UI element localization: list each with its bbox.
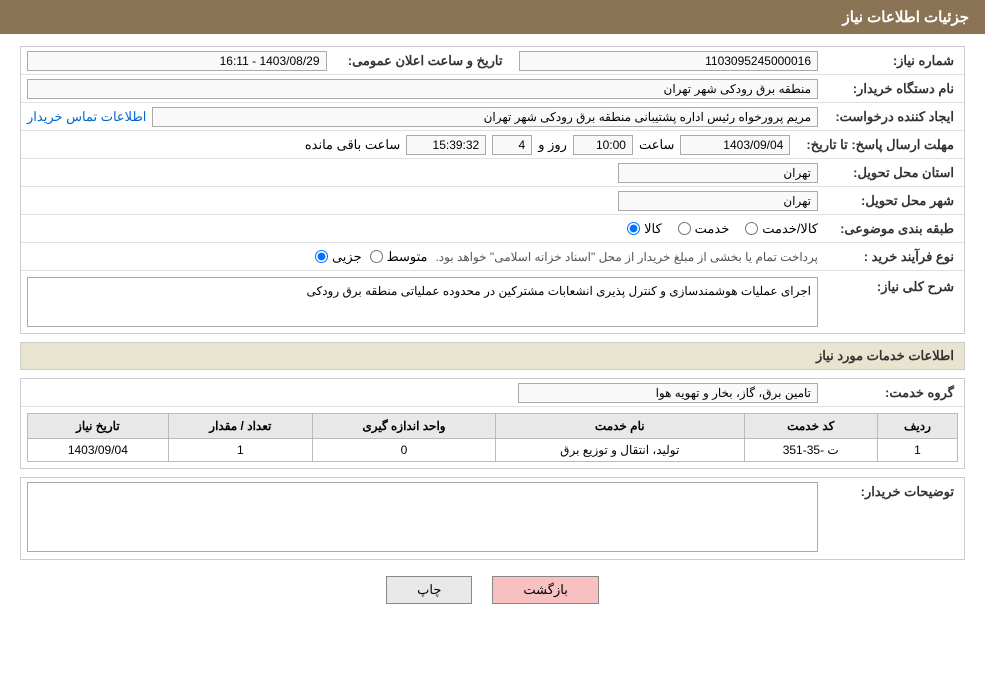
radio-motavasset-input[interactable] [370, 250, 383, 263]
footer-buttons: بازگشت چاپ [20, 576, 965, 604]
requester-label: ایجاد کننده درخواست: [824, 105, 964, 129]
radio-kala-khedmat-input[interactable] [745, 222, 758, 235]
row-requester: ایجاد کننده درخواست: اطلاعات تماس خریدار [21, 103, 964, 131]
buyer-name-label: نام دستگاه خریدار: [824, 77, 964, 101]
requester-input[interactable] [152, 107, 818, 127]
main-content: شماره نیاز: تاریخ و ساعت اعلان عمومی: نا… [0, 34, 985, 632]
purchase-type-label: نوع فرآیند خرید : [824, 245, 964, 269]
need-desc-label: شرح کلی نیاز: [824, 275, 964, 299]
main-form-section: شماره نیاز: تاریخ و ساعت اعلان عمومی: نا… [20, 46, 965, 334]
radio-kala-khedmat-label: کالا/خدمت [762, 221, 818, 237]
category-label: طبقه بندی موضوعی: [824, 217, 964, 241]
radio-motavasset: متوسط [370, 249, 428, 265]
col-header-qty: تعداد / مقدار [168, 414, 312, 439]
reply-deadline-label: مهلت ارسال پاسخ: تا تاریخ: [796, 133, 964, 157]
group-row: گروه خدمت: [21, 379, 964, 407]
reply-time-input[interactable] [573, 135, 633, 155]
cell-date: 1403/09/04 [28, 439, 169, 462]
buyer-notes-textarea[interactable] [27, 482, 818, 552]
col-header-row: ردیف [877, 414, 957, 439]
col-header-code: کد خدمت [744, 414, 877, 439]
buyer-name-value-cell [21, 77, 824, 101]
province-input[interactable] [618, 163, 818, 183]
reply-date-input[interactable] [680, 135, 790, 155]
reply-time-label: ساعت [639, 137, 674, 153]
announce-date-label: تاریخ و ساعت اعلان عمومی: [333, 49, 513, 73]
service-group-value-cell [21, 381, 824, 405]
row-province: استان محل تحویل: [21, 159, 964, 187]
row-need-number: شماره نیاز: تاریخ و ساعت اعلان عمومی: [21, 47, 964, 75]
reply-remaining-input[interactable] [406, 135, 486, 155]
col-header-unit: واحد اندازه گیری [312, 414, 495, 439]
radio-jozee-input[interactable] [315, 250, 328, 263]
service-group-label: گروه خدمت: [824, 381, 964, 405]
announce-date-cell [21, 49, 333, 73]
radio-kala-khedmat: کالا/خدمت [745, 221, 818, 237]
need-number-label: شماره نیاز: [824, 49, 964, 73]
services-table: ردیف کد خدمت نام خدمت واحد اندازه گیری ت… [27, 413, 958, 462]
buyer-notes-row: توضیحات خریدار: [21, 478, 964, 559]
row-category: طبقه بندی موضوعی: کالا/خدمت خدمت کالا [21, 215, 964, 243]
reply-deadline-value-cell: ساعت روز و ساعت باقی مانده [21, 133, 796, 157]
radio-kala-input[interactable] [627, 222, 640, 235]
row-reply-deadline: مهلت ارسال پاسخ: تا تاریخ: ساعت روز و سا… [21, 131, 964, 159]
purchase-type-value-cell: پرداخت تمام یا بخشی از مبلغ خریدار از مح… [21, 247, 824, 267]
need-desc-box: اجرای عملیات هوشمندسازی و کنترل پذیری ان… [27, 277, 818, 327]
radio-khedmat: خدمت [678, 221, 730, 237]
buyer-notes-section: توضیحات خریدار: [20, 477, 965, 560]
table-header-row: ردیف کد خدمت نام خدمت واحد اندازه گیری ت… [28, 414, 958, 439]
page-title: جزئیات اطلاعات نیاز [843, 9, 970, 26]
requester-value-cell: اطلاعات تماس خریدار [21, 105, 824, 129]
cell-unit: 0 [312, 439, 495, 462]
cell-row: 1 [877, 439, 957, 462]
category-value-cell: کالا/خدمت خدمت کالا [21, 219, 824, 239]
radio-jozee: جزیی [315, 249, 362, 265]
services-section: گروه خدمت: ردیف کد خدمت نام خدمت واحد ان… [20, 378, 965, 469]
page-header: جزئیات اطلاعات نیاز [0, 0, 985, 34]
need-number-value-cell [513, 49, 825, 73]
radio-jozee-label: جزیی [332, 249, 362, 265]
print-button[interactable]: چاپ [386, 576, 472, 604]
need-desc-value-cell: اجرای عملیات هوشمندسازی و کنترل پذیری ان… [21, 275, 824, 329]
requester-link[interactable]: اطلاعات تماس خریدار [27, 109, 146, 125]
services-table-wrapper: ردیف کد خدمت نام خدمت واحد اندازه گیری ت… [21, 407, 964, 468]
need-number-input[interactable] [519, 51, 819, 71]
province-value-cell [21, 161, 824, 185]
city-input[interactable] [618, 191, 818, 211]
col-header-name: نام خدمت [495, 414, 744, 439]
services-section-title: اطلاعات خدمات مورد نیاز [20, 342, 965, 370]
radio-kala-label: کالا [644, 221, 662, 237]
need-desc-text: اجرای عملیات هوشمندسازی و کنترل پذیری ان… [306, 284, 811, 298]
service-group-input[interactable] [518, 383, 818, 403]
row-buyer-name: نام دستگاه خریدار: [21, 75, 964, 103]
city-value-cell [21, 189, 824, 213]
col-header-date: تاریخ نیاز [28, 414, 169, 439]
radio-khedmat-input[interactable] [678, 222, 691, 235]
announce-date-input[interactable] [27, 51, 327, 71]
radio-khedmat-label: خدمت [695, 221, 730, 237]
reply-days-label: روز و [538, 137, 567, 153]
row-need-desc: شرح کلی نیاز: اجرای عملیات هوشمندسازی و … [21, 271, 964, 333]
reply-days-input[interactable] [492, 135, 532, 155]
buyer-notes-label: توضیحات خریدار: [824, 478, 964, 506]
buyer-name-input[interactable] [27, 79, 818, 99]
page-wrapper: جزئیات اطلاعات نیاز شماره نیاز: تاریخ و … [0, 0, 985, 691]
buyer-notes-value-cell [21, 478, 824, 559]
radio-motavasset-label: متوسط [387, 249, 428, 265]
row-city: شهر محل تحویل: [21, 187, 964, 215]
cell-name: تولید، انتقال و توزیع برق [495, 439, 744, 462]
radio-kala: کالا [627, 221, 662, 237]
cell-qty: 1 [168, 439, 312, 462]
table-row: 1 ت -35-351 تولید، انتقال و توزیع برق 0 … [28, 439, 958, 462]
city-label: شهر محل تحویل: [824, 189, 964, 213]
cell-code: ت -35-351 [744, 439, 877, 462]
province-label: استان محل تحویل: [824, 161, 964, 185]
reply-remaining-label: ساعت باقی مانده [305, 137, 400, 153]
purchase-note: پرداخت تمام یا بخشی از مبلغ خریدار از مح… [435, 250, 818, 264]
row-purchase-type: نوع فرآیند خرید : پرداخت تمام یا بخشی از… [21, 243, 964, 271]
back-button[interactable]: بازگشت [492, 576, 598, 604]
